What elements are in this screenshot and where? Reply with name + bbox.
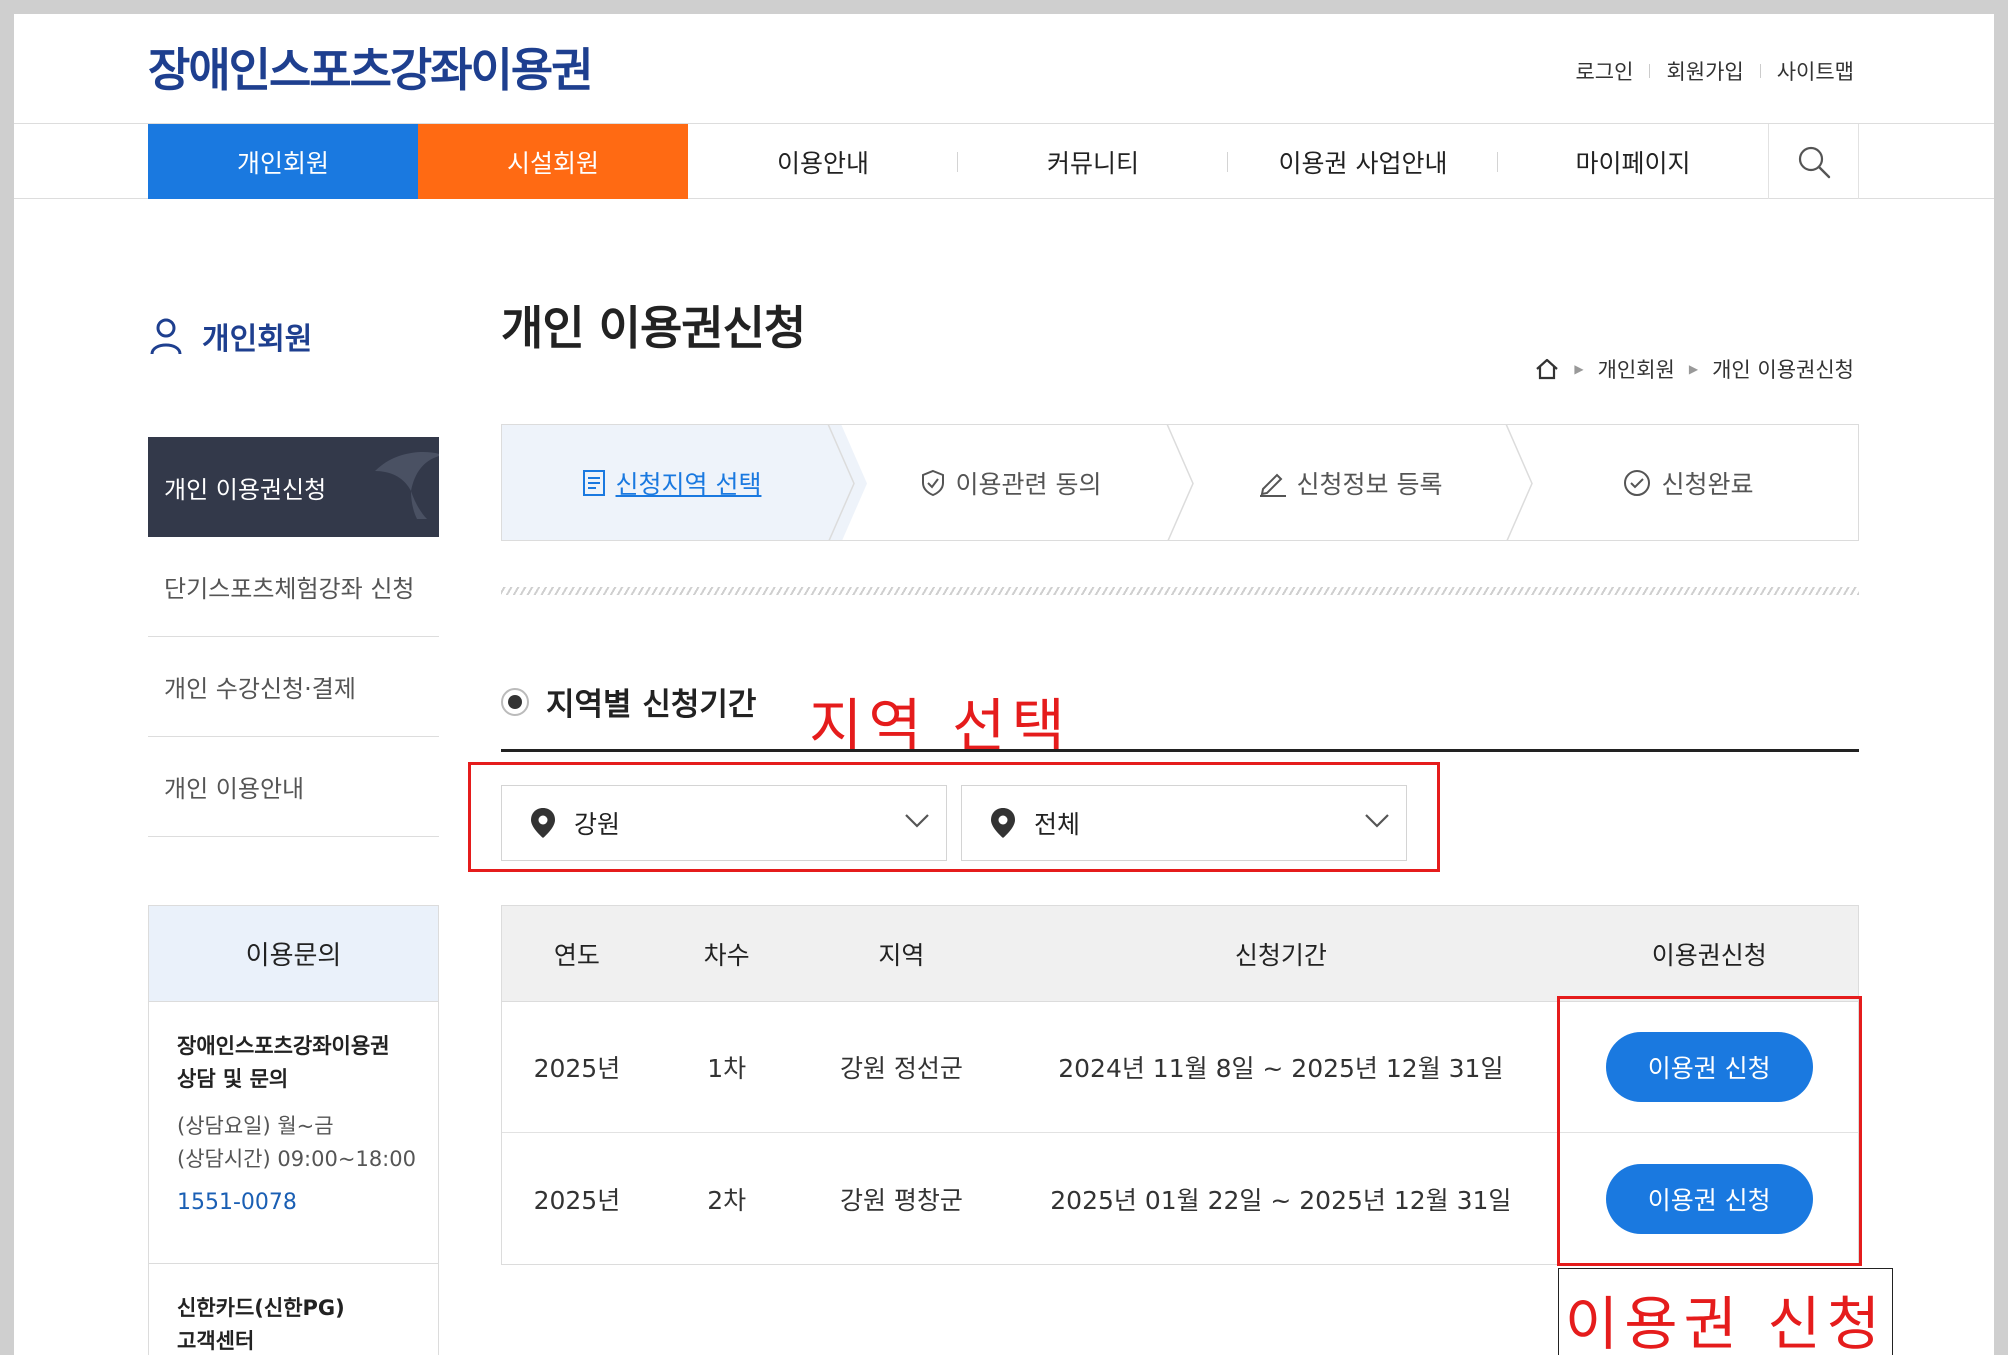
utility-nav: 로그인 회원가입 사이트맵 (1575, 56, 1854, 86)
sidebar-item-enroll-payment[interactable]: 개인 수강신청·결제 (148, 637, 439, 737)
location-pin-icon (990, 807, 1016, 839)
column-header-period: 신청기간 (1234, 940, 1327, 970)
inquiry-hours: (상담시간) 09:00~18:00 (177, 1147, 416, 1171)
step-region-select[interactable]: 신청지역 선택 (502, 425, 867, 540)
step-indicator: 신청지역 선택 이용관련 동의 신청정보 등록 신청완료 (501, 424, 1859, 541)
location-pin-icon (530, 807, 556, 839)
column-header-apply: 이용권신청 (1651, 940, 1767, 970)
step-label: 이용관련 동의 (955, 469, 1102, 499)
annotation-highlight-box (1557, 996, 1862, 1266)
breadcrumb: ▶ 개인회원 ▶ 개인 이용권신청 (1534, 354, 1854, 384)
annotation-voucher-apply: 이용권 신청 (1558, 1268, 1893, 1355)
column-header-round: 차수 (703, 940, 750, 970)
check-circle-icon (1623, 469, 1651, 497)
step-chevron-divider (815, 425, 867, 540)
inquiry-block-title-line: 장애인스포츠강좌이용권 (177, 1034, 390, 1058)
nav-business-guide[interactable]: 이용권 사업안내 (1228, 124, 1498, 199)
user-icon (150, 318, 182, 355)
step-chevron-divider (1505, 425, 1533, 540)
cell-period: 2025년 01월 22일 ~ 2025년 12월 31일 (1050, 1185, 1512, 1215)
swoosh-decoration-icon (375, 452, 439, 519)
breadcrumb-arrow-icon: ▶ (1688, 362, 1699, 376)
util-divider (1759, 64, 1761, 78)
inquiry-block-voucher: 장애인스포츠강좌이용권 상담 및 문의 (상담요일) 월~금 (상담시간) 09… (149, 1002, 438, 1264)
column-header-region: 지역 (878, 940, 925, 970)
search-icon (1798, 146, 1830, 178)
sidebar-menu: 개인 이용권신청 단기스포츠체험강좌 신청 개인 수강신청·결제 개인 이용안내 (148, 437, 439, 837)
column-header-year: 연도 (553, 940, 600, 970)
inquiry-block-title-line: 고객센터 (177, 1329, 255, 1353)
nav-mypage[interactable]: 마이페이지 (1498, 124, 1768, 199)
sidebar-title: 개인회원 (148, 314, 331, 358)
home-icon[interactable] (1534, 357, 1560, 381)
cell-period: 2024년 11월 8일 ~ 2025년 12월 31일 (1058, 1054, 1504, 1083)
nav-individual-member[interactable]: 개인회원 (148, 124, 418, 199)
pencil-icon (1257, 469, 1287, 497)
site-logo[interactable]: 장애인스포츠강좌이용권 (148, 34, 594, 100)
step-label: 신청지역 선택 (615, 469, 762, 499)
cell-round: 2차 (707, 1185, 747, 1215)
nav-usage-guide[interactable]: 이용안내 (688, 124, 958, 199)
breadcrumb-item[interactable]: 개인회원 (1598, 354, 1675, 384)
site-header: 장애인스포츠강좌이용권 로그인 회원가입 사이트맵 (14, 14, 1994, 124)
signup-link[interactable]: 회원가입 (1666, 56, 1743, 86)
table-header: 연도 차수 지역 신청기간 이용권신청 (502, 906, 1858, 1002)
step-usage-agreement[interactable]: 이용관련 동의 (841, 425, 1194, 540)
section-title: 지역별 신청기간 (501, 679, 756, 724)
district-select-value: 전체 (1034, 810, 1081, 839)
page: 장애인스포츠강좌이용권 로그인 회원가입 사이트맵 개인회원 시설회원 이용안내… (14, 14, 1994, 1355)
chevron-down-icon (905, 814, 929, 828)
shield-check-icon (920, 469, 946, 497)
bullet-icon (501, 687, 529, 716)
login-link[interactable]: 로그인 (1575, 56, 1633, 86)
step-label: 신청완료 (1661, 469, 1754, 499)
step-label: 신청정보 등록 (1296, 469, 1443, 499)
section-underline (501, 749, 1859, 752)
nav-community[interactable]: 커뮤니티 (958, 124, 1228, 199)
inquiry-days: (상담요일) 월~금 (177, 1114, 334, 1138)
search-button[interactable] (1768, 124, 1859, 199)
document-icon (582, 469, 606, 497)
cell-region: 강원 정선군 (839, 1054, 963, 1083)
page-title: 개인 이용권신청 (501, 301, 806, 355)
step-info-register[interactable]: 신청정보 등록 (1180, 425, 1533, 540)
sidebar-item-usage-guide[interactable]: 개인 이용안내 (148, 737, 439, 837)
breadcrumb-arrow-icon: ▶ (1574, 362, 1584, 376)
district-select[interactable]: 전체 (961, 785, 1407, 861)
sidebar-title-text: 개인회원 (197, 314, 331, 358)
inquiry-phone[interactable]: 1551-0078 (177, 1190, 416, 1215)
province-select[interactable]: 강원 (501, 785, 947, 861)
inquiry-block-title-line: 상담 및 문의 (177, 1067, 289, 1091)
cell-year: 2025년 (533, 1185, 621, 1215)
inquiry-block-card: 신한카드(신한PG) 고객센터 (149, 1264, 438, 1355)
dashed-divider (501, 587, 1859, 595)
main-nav: 개인회원 시설회원 이용안내 커뮤니티 이용권 사업안내 마이페이지 (14, 124, 1994, 199)
inquiry-title: 이용문의 (149, 906, 438, 1002)
cell-year: 2025년 (533, 1054, 621, 1083)
step-complete[interactable]: 신청완료 (1519, 425, 1858, 540)
inquiry-block-title: 장애인스포츠강좌이용권 상담 및 문의 (177, 1030, 416, 1096)
inquiry-block-title-line: 신한카드(신한PG) (177, 1296, 345, 1320)
breadcrumb-item[interactable]: 개인 이용권신청 (1712, 354, 1854, 384)
sidebar-item-short-term[interactable]: 단기스포츠체험강좌 신청 (148, 537, 439, 637)
cell-round: 1차 (707, 1054, 747, 1083)
nav-facility-member[interactable]: 시설회원 (418, 124, 688, 199)
cell-region: 강원 평창군 (839, 1185, 963, 1215)
section-title-text: 지역별 신청기간 (546, 687, 757, 723)
sidebar-item-label: 개인 이용권신청 (164, 475, 327, 504)
util-divider (1649, 64, 1651, 78)
step-chevron-divider (1166, 425, 1194, 540)
sidebar-item-voucher-apply[interactable]: 개인 이용권신청 (148, 437, 439, 537)
province-select-value: 강원 (574, 810, 621, 839)
chevron-down-icon (1365, 814, 1389, 828)
sitemap-link[interactable]: 사이트맵 (1777, 56, 1854, 86)
inquiry-box: 이용문의 장애인스포츠강좌이용권 상담 및 문의 (상담요일) 월~금 (상담시… (148, 905, 439, 1355)
